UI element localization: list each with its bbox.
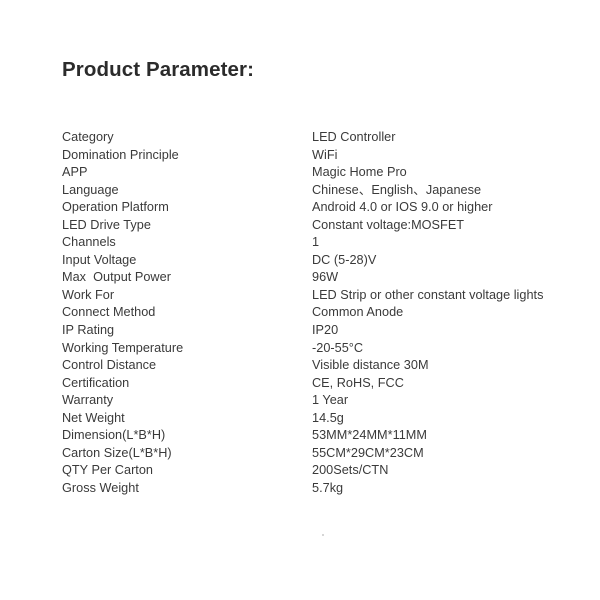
spec-value: CE, RoHS, FCC (312, 375, 404, 390)
spec-value: 53MM*24MM*11MM (312, 428, 427, 443)
spec-row: Dimension(L*B*H) 53MM*24MM*11MM (62, 427, 592, 445)
spec-label: LED Drive Type (62, 217, 151, 232)
page-title: Product Parameter: (62, 58, 255, 81)
spec-value: -20-55°C (312, 340, 364, 355)
spec-value: 14.5g (312, 410, 344, 425)
spec-row: Channels 1 (62, 234, 592, 252)
spec-label: Gross Weight (62, 480, 139, 495)
spec-label: Work For (62, 287, 115, 302)
spec-row: IP Rating IP20 (62, 322, 592, 340)
spec-value: LED Controller (312, 130, 396, 144)
spec-value: 55CM*29CM*23CM (312, 445, 424, 460)
specification-table: Category LED Controller Domination Princip… (62, 129, 592, 497)
spec-label: Control Distance (62, 358, 157, 373)
spec-label: Operation Platform (62, 200, 169, 215)
spec-row: Work For LED Strip or other constant volt… (62, 287, 592, 305)
spec-row: Max Output Power 96W (62, 269, 592, 287)
spec-label: APP (62, 165, 88, 180)
spec-value: Constant voltage:MOSFET (312, 217, 465, 232)
spec-label: Connect Method (62, 305, 156, 320)
spec-label: Domination Principle (62, 147, 179, 162)
spec-label: QTY Per Carton (62, 463, 154, 478)
spec-label: Working Temperature (62, 340, 184, 355)
spec-value: 1 (312, 235, 320, 250)
spec-value: 5.7kg (312, 480, 344, 495)
product-parameter-page: Product Parameter: Category LED Controlle… (0, 0, 600, 600)
spec-value: IP20 (312, 323, 339, 338)
spec-row: Language Chinese、English、Japanese (62, 182, 592, 200)
spec-label: Net Weight (62, 410, 125, 425)
spec-row: LED Drive Type Constant voltage:MOSFET (62, 217, 592, 235)
spec-label: Channels (62, 235, 116, 250)
spec-value: Chinese、English、Japanese (312, 182, 482, 197)
spec-value: 96W (312, 270, 339, 285)
spec-label: Input Voltage (62, 252, 137, 267)
spec-label: IP Rating (62, 323, 115, 338)
spec-row: Gross Weight 5.7kg (62, 480, 592, 498)
spec-label: Dimension(L*B*H) (62, 428, 166, 443)
spec-label: Category (62, 130, 114, 144)
spec-row: QTY Per Carton 200Sets/CTN (62, 462, 592, 480)
spec-row: Carton Size(L*B*H) 55CM*29CM*23CM (62, 445, 592, 463)
spec-value: 1 Year (312, 393, 349, 408)
spec-row: Certification CE, RoHS, FCC (62, 375, 592, 393)
spec-label: Language (62, 182, 119, 197)
spec-row: Control Distance Visible distance 30M (62, 357, 592, 375)
spec-label: Carton Size(L*B*H) (62, 445, 172, 460)
spec-label: Warranty (62, 393, 114, 408)
spec-row: Connect Method Common Anode (62, 304, 592, 322)
spec-row: Input Voltage DC (5-28)V (62, 252, 592, 270)
spec-row: Operation Platform Android 4.0 or IOS 9.0… (62, 199, 592, 217)
spec-value: Magic Home Pro (312, 165, 407, 180)
spec-row: Warranty 1 Year (62, 392, 592, 410)
spec-value: Visible distance 30M (312, 358, 429, 373)
spec-row: Domination Principle WiFi (62, 147, 592, 165)
spec-value: DC (5-28)V (312, 252, 377, 267)
spec-value: LED Strip or other constant voltage ligh… (312, 287, 544, 302)
spec-value: Common Anode (312, 305, 404, 320)
spec-row: Net Weight 14.5g (62, 410, 592, 428)
spec-value: 200Sets/CTN (312, 463, 389, 478)
spec-row: APP Magic Home Pro (62, 164, 592, 182)
spec-value: WiFi (312, 147, 338, 162)
spec-label: Certification (62, 375, 130, 390)
spec-value: Android 4.0 or IOS 9.0 or higher (312, 200, 493, 215)
spec-label: Max Output Power (62, 270, 171, 285)
spec-row: Working Temperature -20-55°C (62, 340, 592, 358)
footer-dot-mark (322, 534, 324, 536)
spec-row: Category LED Controller (62, 129, 592, 147)
